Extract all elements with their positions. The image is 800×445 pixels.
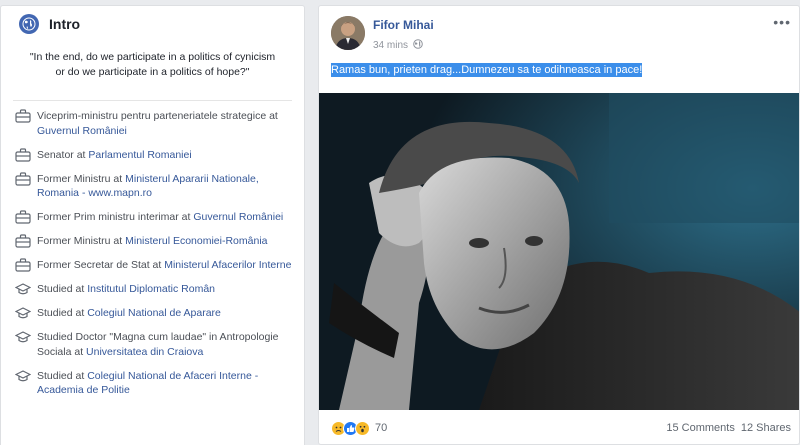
post-text: Ramas bun, prieten drag...Dumnezeu sa te… <box>331 63 643 77</box>
post-card: Fifor Mihai 34 mins ••• Ramas bun, priet… <box>318 5 800 445</box>
intro-title: Intro <box>49 16 81 32</box>
author-name[interactable]: Fifor Mihai <box>373 18 434 32</box>
intro-item: Former Ministru at Ministerul Apararii N… <box>15 171 294 201</box>
briefcase-icon <box>15 234 31 248</box>
briefcase-icon <box>15 210 31 224</box>
globe-icon <box>413 39 423 52</box>
intro-item-link[interactable]: Ministerul Economiei-România <box>125 235 267 247</box>
post-time[interactable]: 34 mins <box>373 40 408 51</box>
post-meta: 34 mins <box>373 39 423 52</box>
intro-item-link[interactable]: Ministerul Afacerilor Interne <box>164 259 291 271</box>
intro-item-prefix: Studied at <box>37 283 88 295</box>
reaction-count: 70 <box>375 422 388 434</box>
divider <box>13 100 292 101</box>
intro-item-prefix: Former Ministru at <box>37 235 126 247</box>
intro-item-prefix: Studied at <box>37 369 88 382</box>
briefcase-icon <box>15 147 31 162</box>
wow-reaction-icon <box>355 420 370 436</box>
briefcase-icon <box>15 109 31 123</box>
intro-item-link[interactable]: Guvernul României <box>193 211 283 223</box>
intro-item-link[interactable]: Colegiul National de Aparare <box>87 307 221 319</box>
graduation-cap-icon <box>14 330 32 344</box>
intro-item: Studied at Colegiul National de Aparare <box>14 306 294 321</box>
intro-header: Intro <box>1 6 304 42</box>
photo-man-portrait <box>319 93 799 410</box>
intro-item-link[interactable]: Institutul Diplomatic Român <box>87 283 215 295</box>
intro-item-link[interactable]: Universitatea din Craiova <box>86 346 203 358</box>
intro-item: Former Prim ministru interimar at Guvern… <box>15 210 294 225</box>
graduation-cap-icon <box>14 369 32 383</box>
intro-item-text: Studied at Colegiul National de Aparare <box>37 306 221 321</box>
intro-item-prefix: Senator at <box>37 148 89 161</box>
intro-item-link[interactable]: Guvernul României <box>37 125 127 137</box>
intro-item-text: Former Ministru at Ministerul Apararii N… <box>37 172 294 201</box>
intro-item: Former Ministru at Ministerul Economiei-… <box>15 234 294 249</box>
intro-item-prefix: Former Secretar de Stat at <box>37 259 165 271</box>
intro-item: Former Secretar de Stat at Ministerul Af… <box>15 258 294 273</box>
post-text-content: Ramas bun, prieten drag...Dumnezeu sa te… <box>331 63 643 77</box>
intro-item-text: Senator at Parlamentul Romaniei <box>37 148 192 163</box>
comments-count[interactable]: 15 Comments <box>666 422 734 434</box>
intro-list: Viceprim-ministru pentru parteneriatele … <box>1 109 304 398</box>
intro-item: Studied at Colegiul National de Afaceri … <box>14 369 294 398</box>
graduation-cap-icon <box>14 282 32 296</box>
intro-item-text: Former Prim ministru interimar at Guvern… <box>37 210 283 225</box>
intro-item-prefix: Studied at <box>37 307 88 319</box>
post-stats: 15 Comments 12 Shares <box>666 422 791 434</box>
intro-item-text: Viceprim-ministru pentru parteneriatele … <box>37 109 294 138</box>
intro-item-prefix: Viceprim-ministru pentru parteneriatele … <box>37 110 278 122</box>
intro-item-prefix: Former Prim ministru interimar at <box>37 211 194 223</box>
intro-item-link[interactable]: Parlamentul Romaniei <box>88 149 191 161</box>
intro-item-text: Former Ministru at Ministerul Economiei-… <box>37 234 268 249</box>
globe-icon <box>19 14 39 34</box>
post-footer: 70 15 Comments 12 Shares <box>319 410 799 444</box>
intro-item-prefix: Former Ministru at <box>37 172 126 185</box>
intro-item: Studied at Institutul Diplomatic Român <box>14 282 294 297</box>
intro-item: Senator at Parlamentul Romaniei <box>15 147 294 163</box>
post-photo[interactable] <box>319 93 799 410</box>
intro-item-text: Studied Doctor "Magna cum laudae" in Ant… <box>37 330 294 359</box>
intro-item-text: Studied at Colegiul National de Afaceri … <box>37 369 294 398</box>
intro-card: Intro "In the end, do we participate in … <box>0 5 305 445</box>
avatar[interactable] <box>331 16 365 50</box>
briefcase-icon <box>15 171 31 186</box>
intro-item-text: Former Secretar de Stat at Ministerul Af… <box>37 258 291 273</box>
intro-item-text: Studied at Institutul Diplomatic Român <box>37 282 215 297</box>
intro-item: Viceprim-ministru pentru parteneriatele … <box>15 109 294 138</box>
intro-bio: "In the end, do we participate in a poli… <box>29 51 276 78</box>
graduation-cap-icon <box>14 306 32 320</box>
intro-item: Studied Doctor "Magna cum laudae" in Ant… <box>14 330 294 359</box>
briefcase-icon <box>15 258 31 272</box>
shares-count[interactable]: 12 Shares <box>741 422 791 434</box>
reactions-summary[interactable]: 70 <box>331 420 388 436</box>
post-header: Fifor Mihai 34 mins ••• <box>319 6 799 58</box>
more-options-button[interactable]: ••• <box>773 14 791 30</box>
